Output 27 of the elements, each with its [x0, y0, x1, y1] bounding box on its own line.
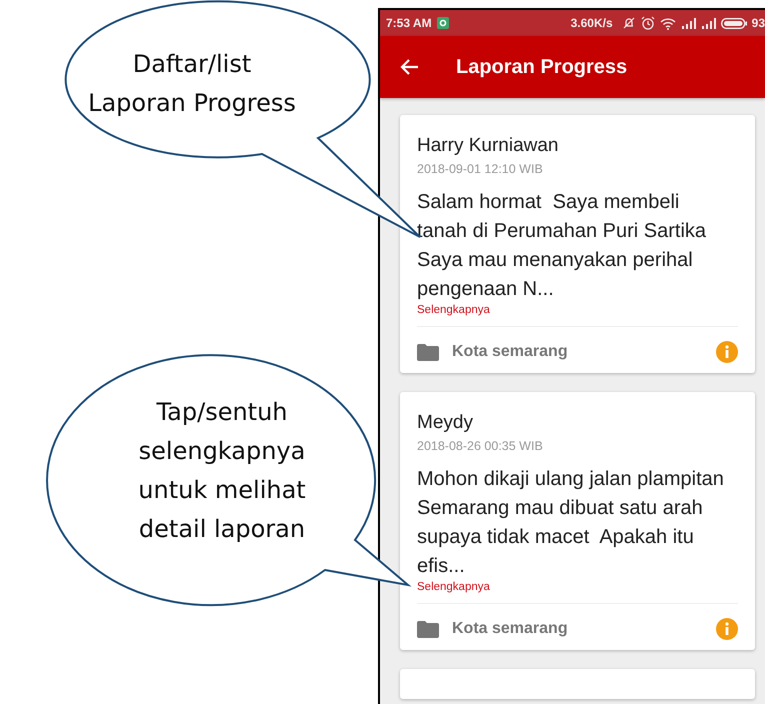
category-label: Kota semarang [452, 343, 568, 361]
report-date: 2018-09-01 12:10 WIB [417, 162, 544, 176]
status-time: 7:53 AM [386, 16, 432, 30]
network-speed: 3.60K/s [570, 16, 613, 30]
report-text: Mohon dikaji ulang jalan plampitan Semarang mau dibuat satu arah supaya tidak macet Apakah itu efis... [417, 467, 725, 579]
wifi-icon [660, 16, 676, 30]
folder-icon [417, 620, 439, 638]
signal-icon [700, 18, 716, 28]
info-icon[interactable] [716, 341, 738, 363]
muted-bell-icon [622, 16, 636, 30]
report-date: 2018-08-26 00:35 WIB [417, 439, 544, 453]
reporter-name: Harry Kurniawan [417, 135, 560, 157]
app-notification-icon [436, 17, 449, 29]
reporter-name: Meydy [417, 412, 474, 434]
callout-text: Tap/sentuh selengkapnya untuk melihat detail laporan [138, 397, 306, 545]
folder-icon [417, 344, 439, 360]
category-label: Kota semarang [452, 620, 568, 638]
signal-icon [680, 18, 696, 28]
read-more-link[interactable]: Selengkapnya [417, 304, 490, 316]
info-icon[interactable] [716, 618, 738, 640]
report-text: Salam hormat Saya membeli tanah di Perumahan Puri Sartika Saya mau menanyakan perihal pengenaan N... [417, 190, 708, 302]
callout-text: Daftar/list Laporan Progress [88, 49, 296, 119]
battery-percent: 93 [752, 16, 765, 30]
alarm-icon [640, 16, 655, 30]
screen-title: Laporan Progress [456, 56, 628, 78]
battery-icon [720, 18, 747, 28]
read-more-link[interactable]: Selengkapnya [417, 581, 490, 593]
